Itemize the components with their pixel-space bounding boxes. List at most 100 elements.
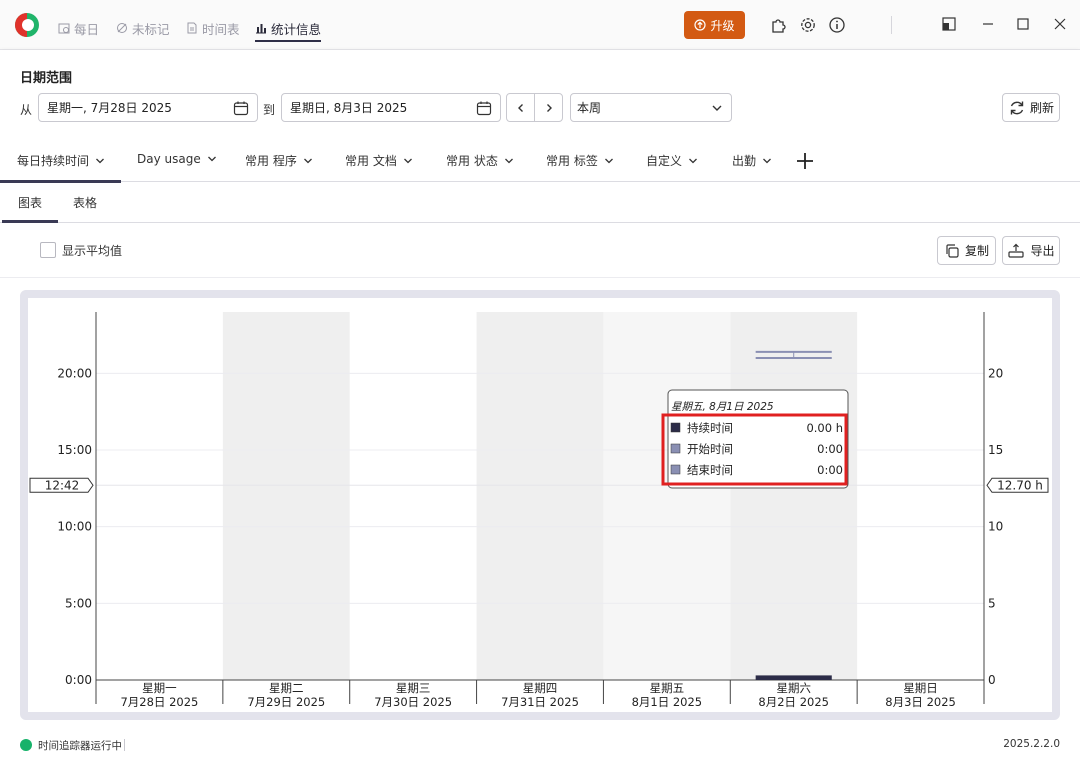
- next-period-button[interactable]: [534, 93, 563, 122]
- tab-top-statuses[interactable]: 常用 状态: [446, 152, 514, 169]
- tab-top-tags[interactable]: 常用 标签: [546, 152, 614, 169]
- refresh-button[interactable]: 刷新: [1002, 93, 1060, 122]
- tab-statistics-label: 统计信息: [271, 21, 322, 37]
- previous-period-button[interactable]: [506, 93, 535, 122]
- x-tick-label-day: 星期三: [396, 681, 431, 695]
- export-button[interactable]: 导出: [1002, 236, 1060, 265]
- calendar-icon[interactable]: [476, 100, 492, 116]
- to-date-field[interactable]: 星期日, 8月3日 2025: [281, 93, 501, 122]
- tooltip-row-value: 0:00: [817, 463, 843, 477]
- title-bar: 每日 未标记 时间表 统计信息 升级: [0, 0, 1080, 50]
- copy-icon: [946, 243, 959, 258]
- date-range-title: 日期范围: [20, 71, 73, 86]
- tab-day-usage-label: Day usage: [137, 152, 201, 166]
- export-icon: [1008, 243, 1025, 258]
- tab-timesheet[interactable]: 时间表: [186, 17, 240, 39]
- x-tick-label-day: 星期二: [269, 681, 304, 695]
- puzzle-icon[interactable]: [770, 16, 788, 34]
- x-tick-label-date: 7月30日 2025: [374, 695, 452, 709]
- maximize-icon[interactable]: [1015, 16, 1031, 32]
- period-select-value: 本周: [577, 101, 602, 115]
- chevron-down-icon: [763, 158, 771, 163]
- tab-daily-duration[interactable]: 每日持续时间: [17, 152, 105, 169]
- tracker-status-indicator: [20, 739, 32, 751]
- tab-custom[interactable]: 自定义: [646, 152, 698, 169]
- tooltip-title: 星期五, 8月1日 2025: [671, 401, 774, 413]
- tab-custom-label: 自定义: [646, 154, 683, 168]
- tab-top-programs-label: 常用 程序: [245, 154, 297, 168]
- version-text: 2025.2.2.0: [1003, 738, 1060, 750]
- tab-table[interactable]: 表格: [73, 194, 97, 211]
- show-average-label: 显示平均值: [62, 244, 123, 258]
- status-bar: 时间追踪器运行中 2025.2.2.0: [0, 733, 1080, 758]
- to-label: 到: [263, 103, 276, 117]
- info-icon[interactable]: [828, 16, 846, 34]
- daily-duration-chart[interactable]: 0:00 5:00 10:00 15:00 20:00 0 5 10 15 20 12:42 12.7…: [28, 298, 1052, 712]
- x-tick-label-day: 星期五: [650, 681, 685, 695]
- chevron-down-icon: [689, 158, 697, 163]
- chevron-right-icon: [546, 103, 552, 112]
- calendar-clock-icon: [58, 23, 70, 34]
- refresh-icon: [1010, 101, 1024, 114]
- minimize-icon[interactable]: [980, 16, 996, 32]
- x-tick-label-day: 星期四: [523, 681, 558, 695]
- tab-top-statuses-label: 常用 状态: [446, 154, 498, 168]
- gear-icon[interactable]: [799, 16, 817, 34]
- date-range-panel: 日期范围 从 星期一, 7月28日 2025 到 星期日, 8月3日 2025 …: [0, 50, 1080, 142]
- tab-top-programs[interactable]: 常用 程序: [245, 152, 313, 169]
- upgrade-button[interactable]: 升级: [684, 11, 745, 39]
- from-date-value: 星期一, 7月28日 2025: [47, 101, 172, 115]
- refresh-label: 刷新: [1029, 101, 1054, 115]
- tooltip-row-label: 结束时间: [687, 463, 733, 477]
- copy-button[interactable]: 复制: [937, 236, 996, 265]
- right-tick-label: 5: [988, 596, 996, 610]
- tooltip-row-label: 开始时间: [687, 442, 733, 456]
- from-label: 从: [20, 103, 33, 117]
- right-tick-label: 15: [988, 443, 1003, 457]
- x-tick-label-day: 星期一: [142, 681, 177, 695]
- x-tick-label-date: 8月3日 2025: [885, 695, 956, 709]
- tab-day-usage[interactable]: Day usage: [137, 152, 217, 166]
- chevron-down-icon: [207, 156, 216, 162]
- column-shade: [222, 312, 350, 680]
- x-tick-label-date: 8月2日 2025: [758, 695, 829, 709]
- copy-label: 复制: [964, 244, 989, 258]
- show-average-checkbox[interactable]: [40, 242, 56, 258]
- left-tick-label: 0:00: [65, 673, 92, 687]
- chart-container: 0:00 5:00 10:00 15:00 20:00 0 5 10 15 20 12:42 12.7…: [20, 290, 1060, 720]
- tab-daily[interactable]: 每日: [58, 17, 99, 39]
- tooltip-row-value: 0.00 h: [806, 421, 843, 435]
- tab-top-tags-label: 常用 标签: [546, 154, 598, 168]
- tab-attendance[interactable]: 出勤: [732, 152, 772, 169]
- left-tick-label: 20:00: [57, 366, 92, 380]
- upgrade-label: 升级: [710, 18, 735, 33]
- from-date-field[interactable]: 星期一, 7月28日 2025: [38, 93, 258, 122]
- hover-column-shade: [603, 312, 731, 680]
- tab-top-documents-label: 常用 文档: [345, 154, 397, 168]
- left-marker-label: 12:42: [45, 478, 80, 492]
- chart-toolbar: 显示平均值 复制 导出: [0, 223, 1080, 278]
- chevron-down-icon: [96, 158, 104, 163]
- tab-untagged[interactable]: 未标记: [116, 17, 170, 39]
- tooltip-row-label: 持续时间: [687, 421, 733, 435]
- tab-daily-duration-label: 每日持续时间: [17, 154, 90, 168]
- status-divider: [124, 739, 125, 751]
- chevron-left-icon: [517, 103, 523, 112]
- period-select[interactable]: 本周: [570, 93, 732, 122]
- left-tick-label: 5:00: [65, 596, 92, 610]
- view-tab-bar: 图表 表格: [0, 182, 1080, 223]
- right-marker-label: 12.70 h: [997, 478, 1043, 492]
- calendar-icon[interactable]: [233, 100, 249, 116]
- x-tick-label-date: 7月31日 2025: [501, 695, 579, 709]
- tab-statistics[interactable]: 统计信息: [255, 17, 322, 42]
- compact-mode-icon[interactable]: [941, 16, 957, 32]
- document-icon: [187, 22, 197, 34]
- close-icon[interactable]: [1052, 16, 1068, 32]
- x-tick-label-day: 星期日: [903, 681, 938, 695]
- add-tab-icon[interactable]: [795, 151, 815, 171]
- chevron-down-icon: [303, 158, 312, 163]
- right-tick-label: 20: [988, 366, 1003, 380]
- tab-top-documents[interactable]: 常用 文档: [345, 152, 413, 169]
- tab-chart[interactable]: 图表: [18, 194, 42, 211]
- titlebar-divider: [891, 16, 892, 34]
